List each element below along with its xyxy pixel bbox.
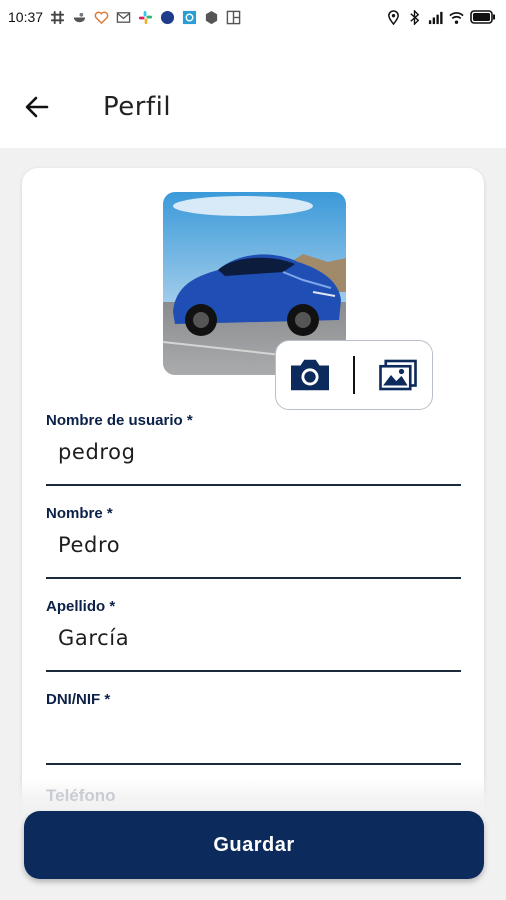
app-bar: Perfil	[0, 34, 506, 148]
name-underline	[46, 577, 461, 579]
surname-label: Apellido *	[46, 598, 116, 615]
surname-input[interactable]: García	[58, 626, 129, 650]
save-button[interactable]: Guardar	[24, 811, 484, 879]
username-label: Nombre de usuario *	[46, 412, 193, 429]
arrow-left-icon[interactable]	[22, 92, 52, 122]
hexagon-app-icon	[204, 10, 219, 25]
phone-label: Teléfono	[46, 786, 116, 805]
square-app-icon	[182, 10, 197, 25]
bluetooth-icon	[407, 9, 422, 25]
dni-label: DNI/NIF *	[46, 691, 111, 708]
surname-underline	[46, 670, 461, 672]
page-title: Perfil	[103, 92, 172, 122]
dni-field: DNI/NIF *	[46, 691, 461, 771]
username-input[interactable]: pedrog	[58, 440, 136, 464]
heart-icon	[94, 10, 109, 25]
status-bar-left: 10:37	[8, 9, 241, 25]
name-input[interactable]: Pedro	[58, 533, 120, 557]
status-bar-right	[386, 9, 496, 25]
location-icon	[386, 9, 401, 25]
actions-divider	[353, 356, 355, 394]
username-field: Nombre de usuario * pedrog	[46, 412, 461, 492]
bowl-icon	[72, 10, 87, 25]
gmail-icon	[116, 10, 131, 25]
wifi-icon	[449, 10, 464, 25]
status-time: 10:37	[8, 9, 44, 25]
name-label: Nombre *	[46, 505, 113, 522]
username-underline	[46, 484, 461, 486]
gallery-icon[interactable]	[372, 352, 424, 398]
status-bar: 10:37	[0, 0, 506, 34]
surname-field: Apellido * García	[46, 598, 461, 678]
signal-icon	[428, 10, 443, 25]
battery-icon	[470, 10, 496, 25]
dni-underline	[46, 763, 461, 765]
camera-icon[interactable]	[284, 352, 336, 398]
slack-icon	[50, 10, 65, 25]
photo-actions	[275, 340, 433, 410]
name-field: Nombre * Pedro	[46, 505, 461, 585]
circle-app-icon	[160, 10, 175, 25]
slack-color-icon	[138, 10, 153, 25]
board-icon	[226, 10, 241, 25]
